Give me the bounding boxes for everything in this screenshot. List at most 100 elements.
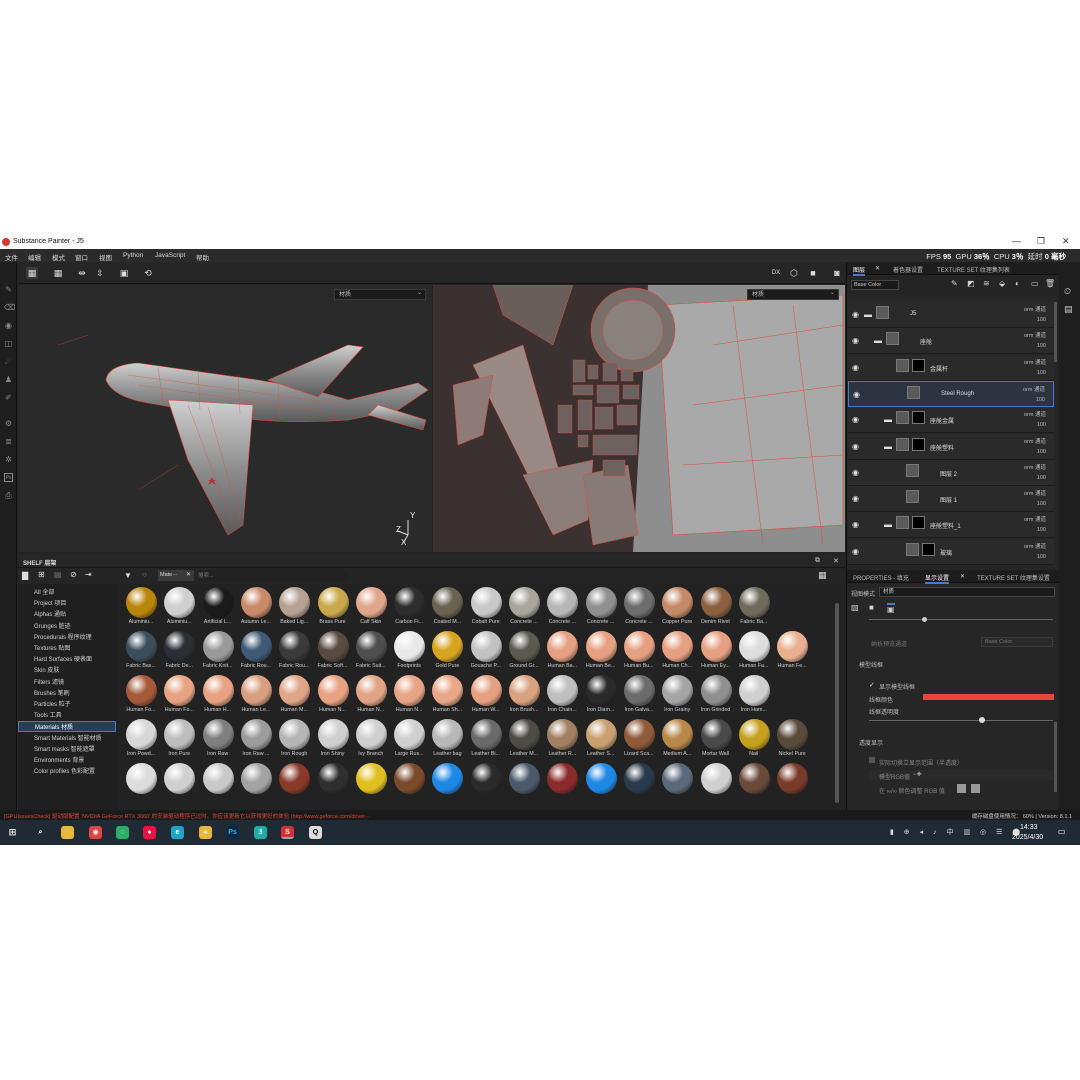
add-mask-icon[interactable]: ◩ (967, 279, 975, 288)
symmetry-icon[interactable]: ⇳ (94, 267, 106, 279)
material-thumbnail[interactable]: Human Ba... (543, 629, 581, 673)
screenshot-icon[interactable]: ◙ (831, 267, 843, 279)
layer-row[interactable]: ◉ ▬ 座舱金属 orm 通道 100 (848, 407, 1054, 434)
material-thumbnail[interactable]: Gouache P... (467, 629, 505, 673)
renderer-mode[interactable]: DX (770, 267, 782, 279)
shelf-category[interactable]: Hard Surfaces 硬表面 (34, 654, 92, 663)
visibility-eye-icon[interactable]: ◉ (852, 520, 859, 529)
visibility-eye-icon[interactable]: ◉ (852, 336, 859, 345)
material-thumbnail[interactable]: Iron Rough (275, 717, 313, 761)
menu-item-edit[interactable]: 编辑 (28, 252, 41, 262)
circle-filter-icon[interactable]: ○ (142, 570, 147, 579)
chrome-alt-icon[interactable]: ● (143, 826, 156, 839)
material-thumbnail[interactable]: Iron Diam... (582, 673, 620, 717)
shelf-category[interactable]: Tools 工具 (34, 710, 62, 719)
shelf-category[interactable]: Procedurals 程序纹理 (34, 632, 92, 641)
grid-small-icon[interactable]: ▦ (52, 267, 64, 279)
display-camera-icon[interactable]: ■ (869, 603, 874, 612)
photoshop-icon[interactable]: Ps (226, 826, 239, 839)
search-icon[interactable]: ⌕ (34, 826, 47, 839)
close-icon[interactable]: ✕ (1062, 236, 1070, 247)
visibility-eye-icon[interactable]: ◉ (852, 363, 859, 372)
shelf-category[interactable]: Particles 粒子 (34, 699, 71, 708)
shelf-undock-icon[interactable]: ⧉ (815, 557, 820, 565)
layer-row[interactable]: ◉ 玻璃 orm 通道 100 (848, 538, 1054, 565)
layer-row[interactable]: ◉ ▬ J5 orm 通道 100 (848, 302, 1054, 328)
shelf-category[interactable]: Smart Materials 智能材质 (34, 733, 102, 742)
material-thumbnail[interactable] (275, 761, 313, 805)
menu-item-file[interactable]: 文件 (5, 252, 18, 262)
material-thumbnail[interactable]: Aluminiu... (160, 585, 198, 629)
shelf-scrollbar[interactable] (835, 603, 839, 803)
layer-blend-mode[interactable]: orm 通道 (1024, 410, 1046, 418)
export-shelf-icon[interactable]: ⇥ (85, 570, 92, 579)
material-thumbnail[interactable]: Nickel Pure (773, 717, 811, 761)
material-thumbnail[interactable] (773, 761, 811, 805)
qq-icon[interactable]: Q (309, 826, 322, 839)
add-folder-icon[interactable]: ▭ (1031, 279, 1039, 288)
layer-blend-mode[interactable]: orm 通道 (1024, 305, 1046, 313)
rgb-swatch-a[interactable] (957, 784, 966, 793)
menu-item-help[interactable]: 帮助 (196, 252, 209, 262)
material-thumbnail[interactable] (428, 761, 466, 805)
folder-icon[interactable]: ▬ (884, 442, 892, 451)
shelf-category[interactable]: All 全部 (34, 587, 54, 596)
material-thumbnail[interactable]: Fabric Ba... (735, 585, 773, 629)
material-thumbnail[interactable] (390, 761, 428, 805)
display-frame-icon[interactable]: ▣ (887, 603, 895, 614)
material-thumbnail[interactable]: Coated M... (428, 585, 466, 629)
chrome-icon[interactable]: ● (199, 826, 212, 839)
material-thumbnail[interactable]: Human N... (352, 673, 390, 717)
menu-item-mode[interactable]: 模式 (52, 252, 65, 262)
material-thumbnail[interactable]: Iron Powd... (122, 717, 160, 761)
material-thumbnail[interactable]: Human Fe... (773, 629, 811, 673)
layer-row[interactable]: ◉ ▬ 座舱塑料_1 orm 通道 100 (848, 512, 1054, 539)
shelf-category[interactable]: Environments 背景 (34, 755, 84, 764)
layer-opacity[interactable]: 100 (1037, 475, 1046, 481)
wechat-icon[interactable]: ◌ (116, 826, 129, 839)
layer-row[interactable]: ◉ ▬ 座舱 orm 通道 100 (848, 328, 1054, 355)
material-thumbnail[interactable] (697, 761, 735, 805)
channel-select[interactable]: Base Color (851, 280, 899, 290)
material-thumbnail[interactable]: Leather S... (582, 717, 620, 761)
folder-icon[interactable]: ▬ (874, 336, 882, 345)
material-thumbnail[interactable] (199, 761, 237, 805)
properties-scrollbar[interactable] (1054, 722, 1057, 792)
material-thumbnail[interactable]: Iron Galva... (620, 673, 658, 717)
3ds-max-icon[interactable]: 3 (254, 826, 267, 839)
show-wireframe-check-icon[interactable]: ✓ (869, 681, 875, 689)
material-thumbnail[interactable]: Human Ey... (697, 629, 735, 673)
layer-opacity[interactable]: 100 (1037, 527, 1046, 533)
shelf-category[interactable]: Color profiles 色彩配置 (34, 766, 95, 775)
viewport-2d[interactable]: 材质 (433, 285, 845, 552)
channel-preview-select[interactable]: Base Color (981, 637, 1053, 647)
notification-icon[interactable]: ▭ (1058, 827, 1066, 836)
material-thumbnail[interactable]: Concrete ... (543, 585, 581, 629)
shelf-close-icon[interactable]: ✕ (833, 557, 839, 565)
folder-icon[interactable]: ▇ (22, 571, 28, 580)
display-image-icon[interactable]: ▨ (851, 603, 859, 612)
layer-blend-mode[interactable]: orm 通道 (1024, 542, 1046, 550)
layer-opacity[interactable]: 100 (1037, 317, 1046, 323)
mirror-icon[interactable]: ⇹ (76, 267, 88, 279)
material-thumbnail[interactable]: Human H... (199, 673, 237, 717)
visibility-eye-icon[interactable]: ◉ (852, 547, 859, 556)
material-thumbnail[interactable]: Nail (735, 717, 773, 761)
material-thumbnail[interactable]: Calf Skin (352, 585, 390, 629)
material-thumbnail[interactable]: Concrete ... (505, 585, 543, 629)
settings-icon[interactable]: ⚙ (4, 419, 13, 428)
material-thumbnail[interactable] (620, 761, 658, 805)
material-thumbnail[interactable]: Iron Raw (199, 717, 237, 761)
add-fill-icon[interactable]: ⬙ (999, 279, 1005, 288)
hide-icon[interactable]: ⊘ (70, 570, 77, 579)
material-thumbnail[interactable]: Ivy Branch (352, 717, 390, 761)
log-rail-icon[interactable]: ▤ (1064, 304, 1073, 315)
file-explorer-icon[interactable] (61, 826, 74, 839)
edge-icon[interactable]: e (171, 826, 184, 839)
add-effect-icon[interactable]: ✎ (951, 279, 958, 288)
layer-opacity[interactable]: 100 (1036, 397, 1045, 403)
visibility-eye-icon[interactable]: ◉ (852, 468, 859, 477)
menu-item-python[interactable]: Python (123, 252, 143, 259)
shelf-category[interactable]: Alphas 通贴 (34, 609, 66, 618)
import-icon[interactable]: ▤ (54, 570, 62, 579)
